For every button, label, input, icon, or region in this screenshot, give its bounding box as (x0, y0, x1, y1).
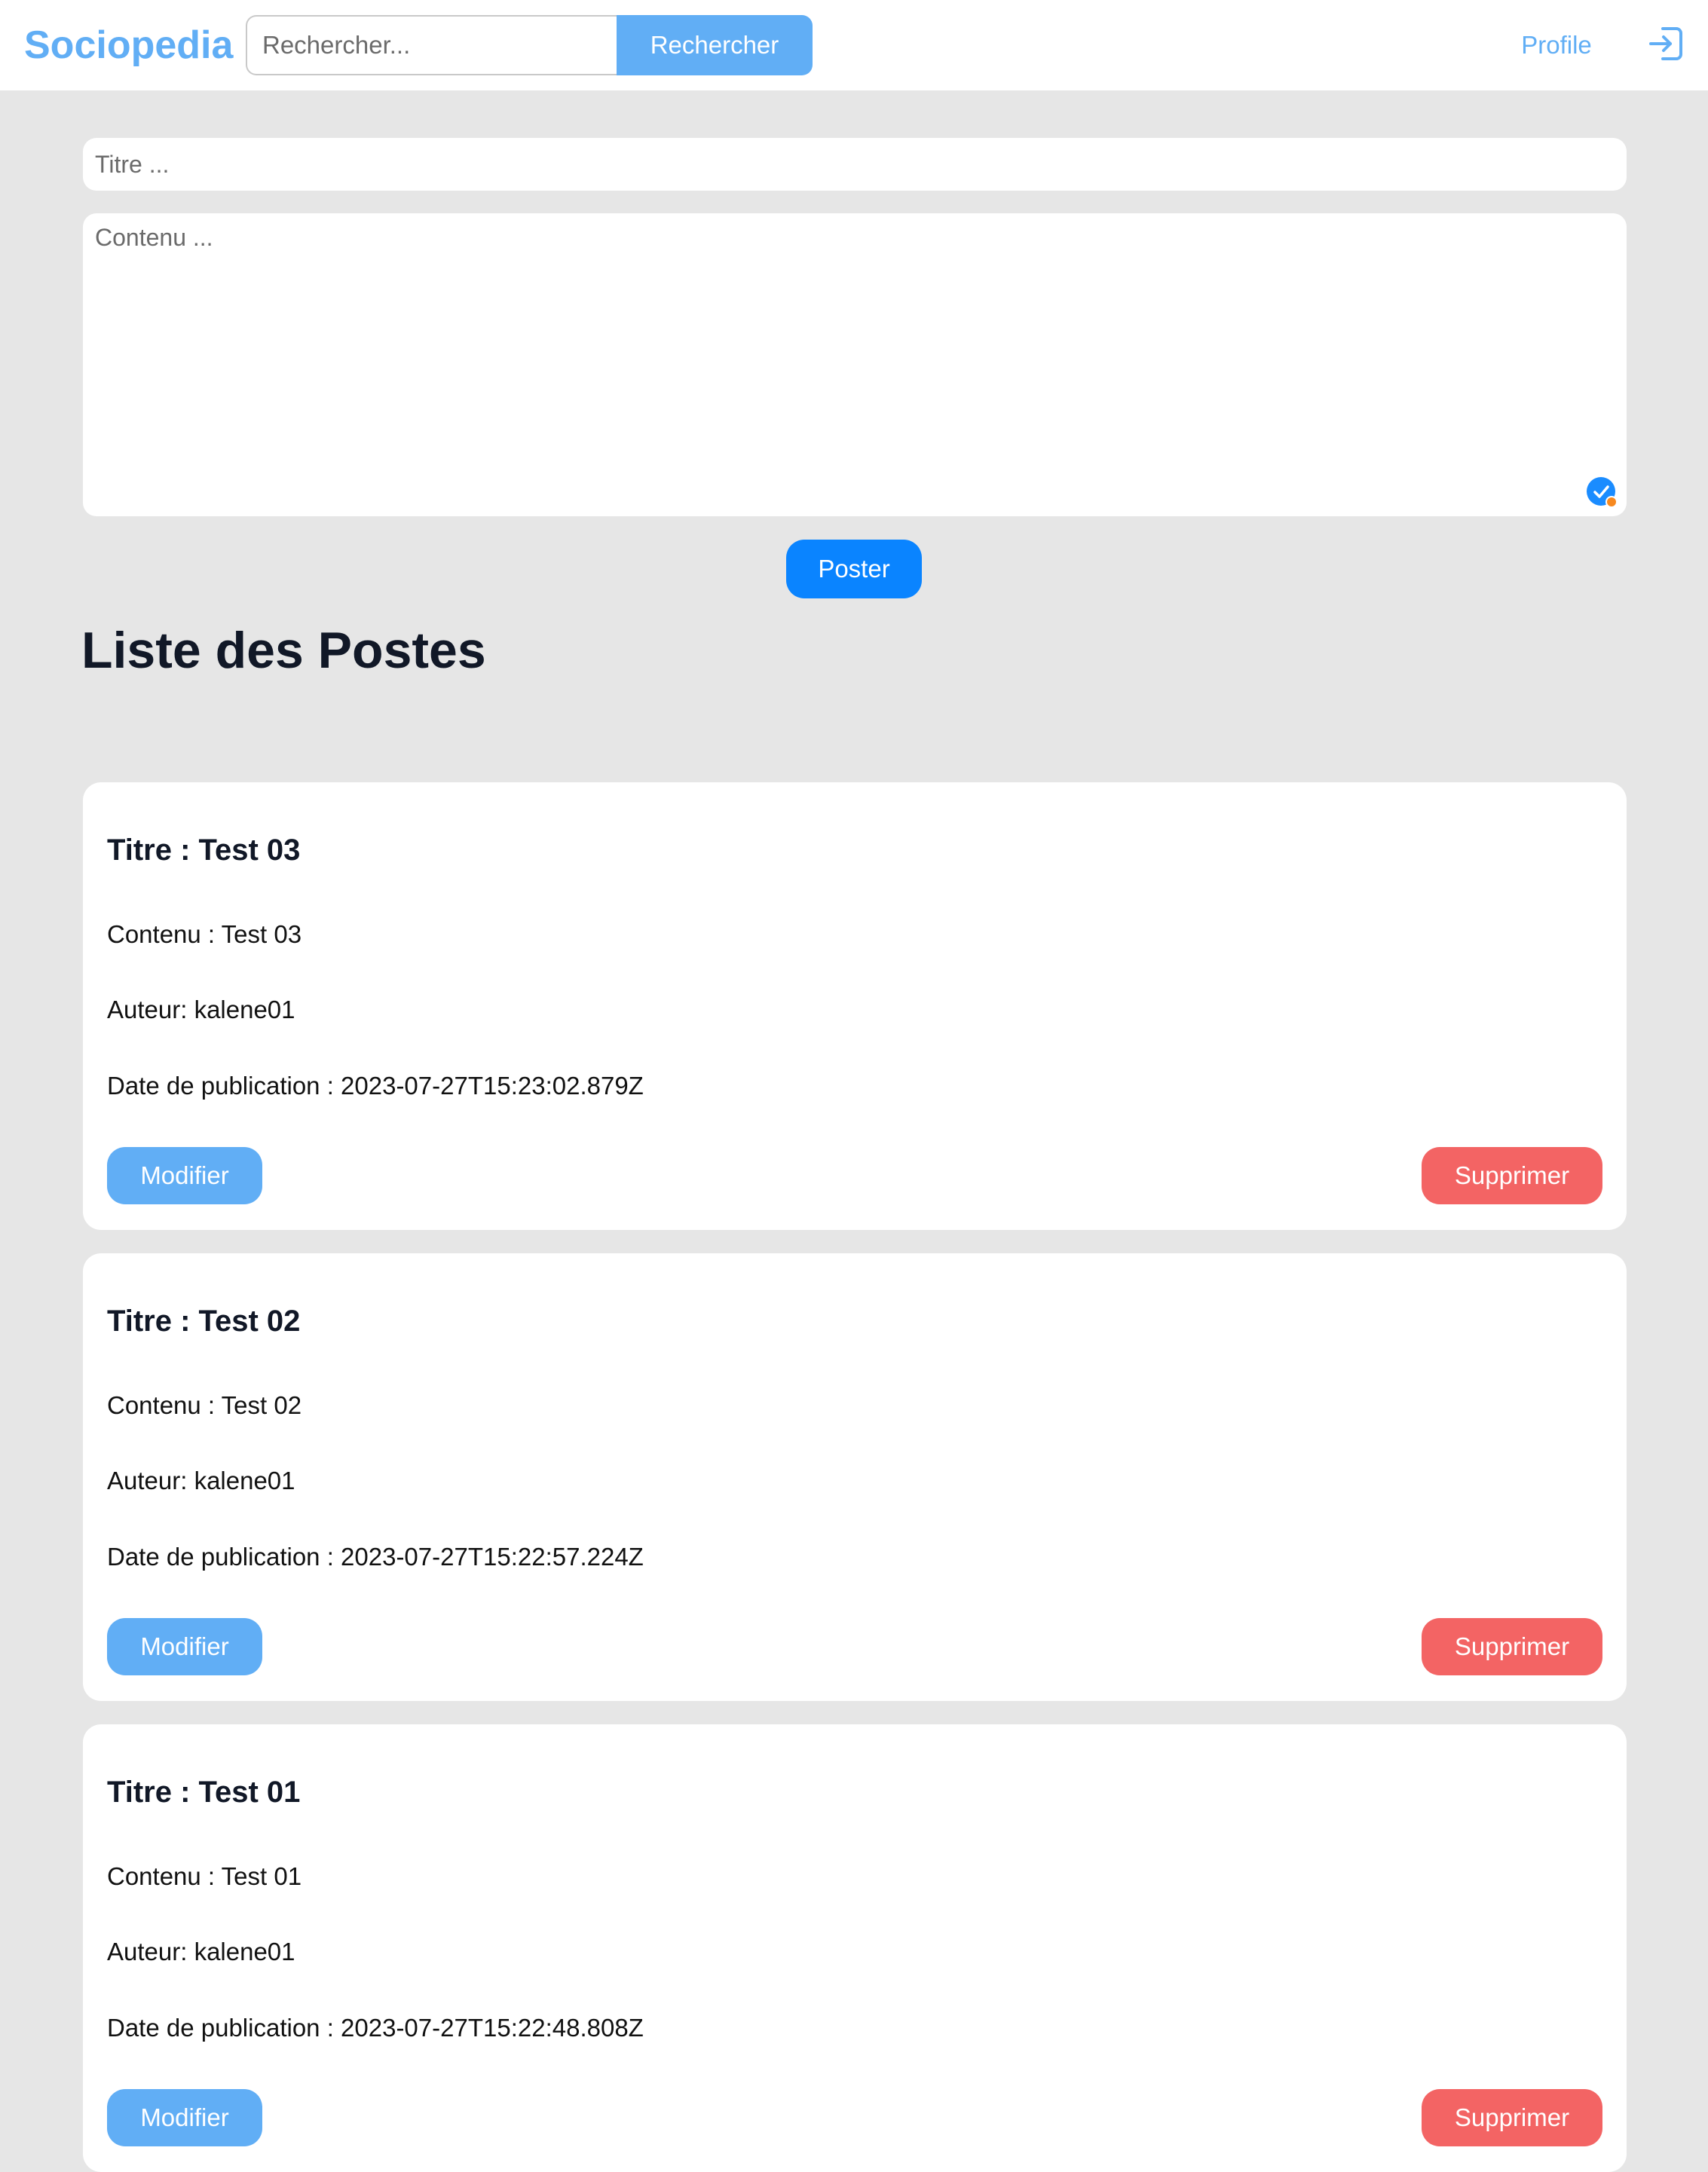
delete-post-button[interactable]: Supprimer (1422, 1618, 1602, 1675)
edit-post-button[interactable]: Modifier (107, 2089, 262, 2146)
post-content: Contenu : Test 03 (107, 920, 302, 948)
post-date: Date de publication : 2023-07-27T15:22:5… (107, 1543, 644, 1571)
post-author: Auteur: kalene01 (107, 996, 295, 1023)
search-input[interactable] (246, 15, 618, 75)
post-date: Date de publication : 2023-07-27T15:23:0… (107, 1072, 644, 1100)
post-title: Titre : Test 01 (107, 1776, 301, 1809)
post-card: Titre : Test 03 Contenu : Test 03 Auteur… (83, 782, 1627, 1230)
edit-post-button[interactable]: Modifier (107, 1618, 262, 1675)
post-title-input[interactable] (83, 138, 1627, 191)
post-title: Titre : Test 03 (107, 834, 301, 867)
post-content: Contenu : Test 01 (107, 1862, 302, 1890)
post-author: Auteur: kalene01 (107, 1938, 295, 1966)
delete-post-button[interactable]: Supprimer (1422, 2089, 1602, 2146)
logout-icon[interactable] (1645, 23, 1687, 65)
top-navbar: Sociopedia Rechercher Profile (0, 0, 1708, 90)
page-title: Liste des Postes (81, 622, 486, 679)
post-date: Date de publication : 2023-07-27T15:22:4… (107, 2014, 644, 2042)
brand-logo[interactable]: Sociopedia (24, 17, 233, 74)
edit-post-button[interactable]: Modifier (107, 1147, 262, 1204)
post-content: Contenu : Test 02 (107, 1391, 302, 1419)
post-title: Titre : Test 02 (107, 1305, 301, 1338)
search-button[interactable]: Rechercher (617, 15, 813, 75)
delete-post-button[interactable]: Supprimer (1422, 1147, 1602, 1204)
post-content-textarea[interactable] (83, 213, 1627, 516)
post-card: Titre : Test 01 Contenu : Test 01 Auteur… (83, 1724, 1627, 2172)
post-button[interactable]: Poster (786, 540, 922, 598)
post-card: Titre : Test 02 Contenu : Test 02 Auteur… (83, 1253, 1627, 1701)
grammar-check-icon[interactable] (1586, 476, 1618, 508)
post-author: Auteur: kalene01 (107, 1467, 295, 1494)
profile-link[interactable]: Profile (1500, 23, 1613, 68)
